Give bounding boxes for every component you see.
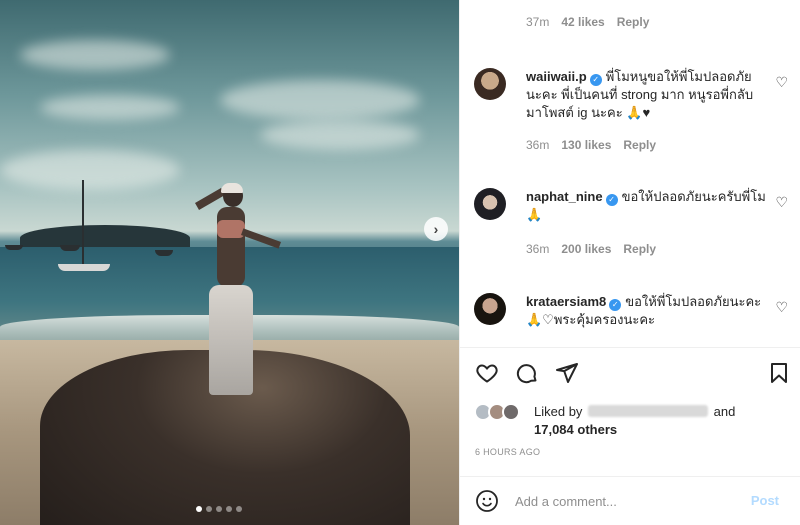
comment-item: krataersiam8 ✓ ขอให้พี่โมปลอดภัยนะคะ🙏♡พระค…	[474, 293, 792, 338]
liked-by-line: Liked by and	[534, 404, 735, 419]
post-timestamp[interactable]: 6 HOURS AGO	[475, 447, 540, 457]
comment-like-heart-icon[interactable]: ♡	[775, 299, 788, 316]
comment-username[interactable]: waiiwaii.p	[526, 69, 587, 84]
action-bar	[474, 360, 792, 388]
likes-count[interactable]: 17,084 others	[534, 422, 617, 437]
comment-button[interactable]	[514, 360, 540, 386]
cloud	[0, 150, 180, 190]
like-button[interactable]	[474, 360, 500, 386]
comments-panel: 37m 42 likes Reply waiiwaii.p ✓ พี่โมหนูขอ…	[459, 0, 800, 525]
share-button[interactable]	[554, 360, 580, 386]
comment-item: naphat_nine ✓ ขอให้ปลอดภัยนะครับพี่โม🙏 ♡ 3…	[474, 188, 792, 258]
avatar[interactable]	[474, 188, 506, 220]
heart-outline-icon	[476, 364, 498, 383]
comment-body: krataersiam8 ✓ ขอให้พี่โมปลอดภัยนะคะ🙏♡พระค…	[526, 293, 766, 329]
verified-badge-icon: ✓	[605, 194, 618, 206]
add-comment-bar: Post	[460, 476, 800, 525]
likes-summary: Liked by and 17,084 others	[474, 403, 792, 439]
comment-username[interactable]: krataersiam8	[526, 294, 606, 309]
comment-body: waiiwaii.p ✓ พี่โมหนูขอให้พี่โมปลอดภัยนะคะ…	[526, 68, 766, 122]
reply-button[interactable]: Reply	[623, 138, 656, 152]
post-button[interactable]: Post	[751, 493, 779, 508]
emoji-smile-icon[interactable]	[475, 489, 499, 513]
comment-likes[interactable]: 42 likes	[561, 15, 604, 29]
verified-badge-icon: ✓	[609, 299, 622, 311]
post-photo[interactable]: ›	[0, 0, 459, 525]
reply-button[interactable]: Reply	[623, 242, 656, 256]
carousel-next-button[interactable]: ›	[424, 217, 448, 241]
paper-plane-icon	[556, 363, 578, 383]
chevron-right-icon: ›	[433, 221, 439, 237]
avatar[interactable]	[474, 68, 506, 100]
person	[195, 183, 281, 405]
comment-meta: 37m 42 likes Reply	[526, 15, 649, 29]
comment-time: 36m	[526, 242, 550, 256]
carousel-dot	[236, 506, 242, 512]
avatar[interactable]	[474, 293, 506, 325]
bookmark-icon	[771, 363, 787, 383]
carousel-dot	[206, 506, 212, 512]
avatar	[502, 403, 520, 421]
cloud	[20, 40, 170, 70]
comment-meta: 36m 130 likes Reply	[526, 138, 656, 152]
comment-likes[interactable]: 130 likes	[561, 138, 611, 152]
comment-item: waiiwaii.p ✓ พี่โมหนูขอให้พี่โมปลอดภัยนะคะ…	[474, 68, 792, 158]
comment-username[interactable]: naphat_nine	[526, 189, 603, 204]
blurred-username[interactable]	[588, 405, 709, 417]
divider	[460, 347, 800, 348]
comment-bubble-icon	[516, 364, 537, 384]
liked-by-prefix: Liked by	[534, 404, 583, 419]
liked-by-and: and	[713, 404, 736, 419]
comment-time: 37m	[526, 15, 550, 29]
carousel-dot	[196, 506, 202, 512]
comment-like-heart-icon[interactable]: ♡	[775, 194, 788, 211]
comment-likes[interactable]: 200 likes	[561, 242, 611, 256]
carousel-dots	[196, 506, 242, 512]
cloud	[40, 95, 180, 120]
verified-badge-icon: ✓	[589, 74, 602, 86]
comment-like-heart-icon[interactable]: ♡	[775, 74, 788, 91]
reply-button[interactable]: Reply	[617, 15, 650, 29]
carousel-dot	[216, 506, 222, 512]
cloud	[220, 80, 420, 120]
save-button[interactable]	[766, 360, 792, 386]
carousel-dot	[226, 506, 232, 512]
cloud	[260, 120, 420, 150]
comment-meta: 36m 200 likes Reply	[526, 242, 656, 256]
comment-body: naphat_nine ✓ ขอให้ปลอดภัยนะครับพี่โม🙏	[526, 188, 766, 224]
comment-time: 36m	[526, 138, 550, 152]
comment-input[interactable]	[515, 491, 735, 511]
